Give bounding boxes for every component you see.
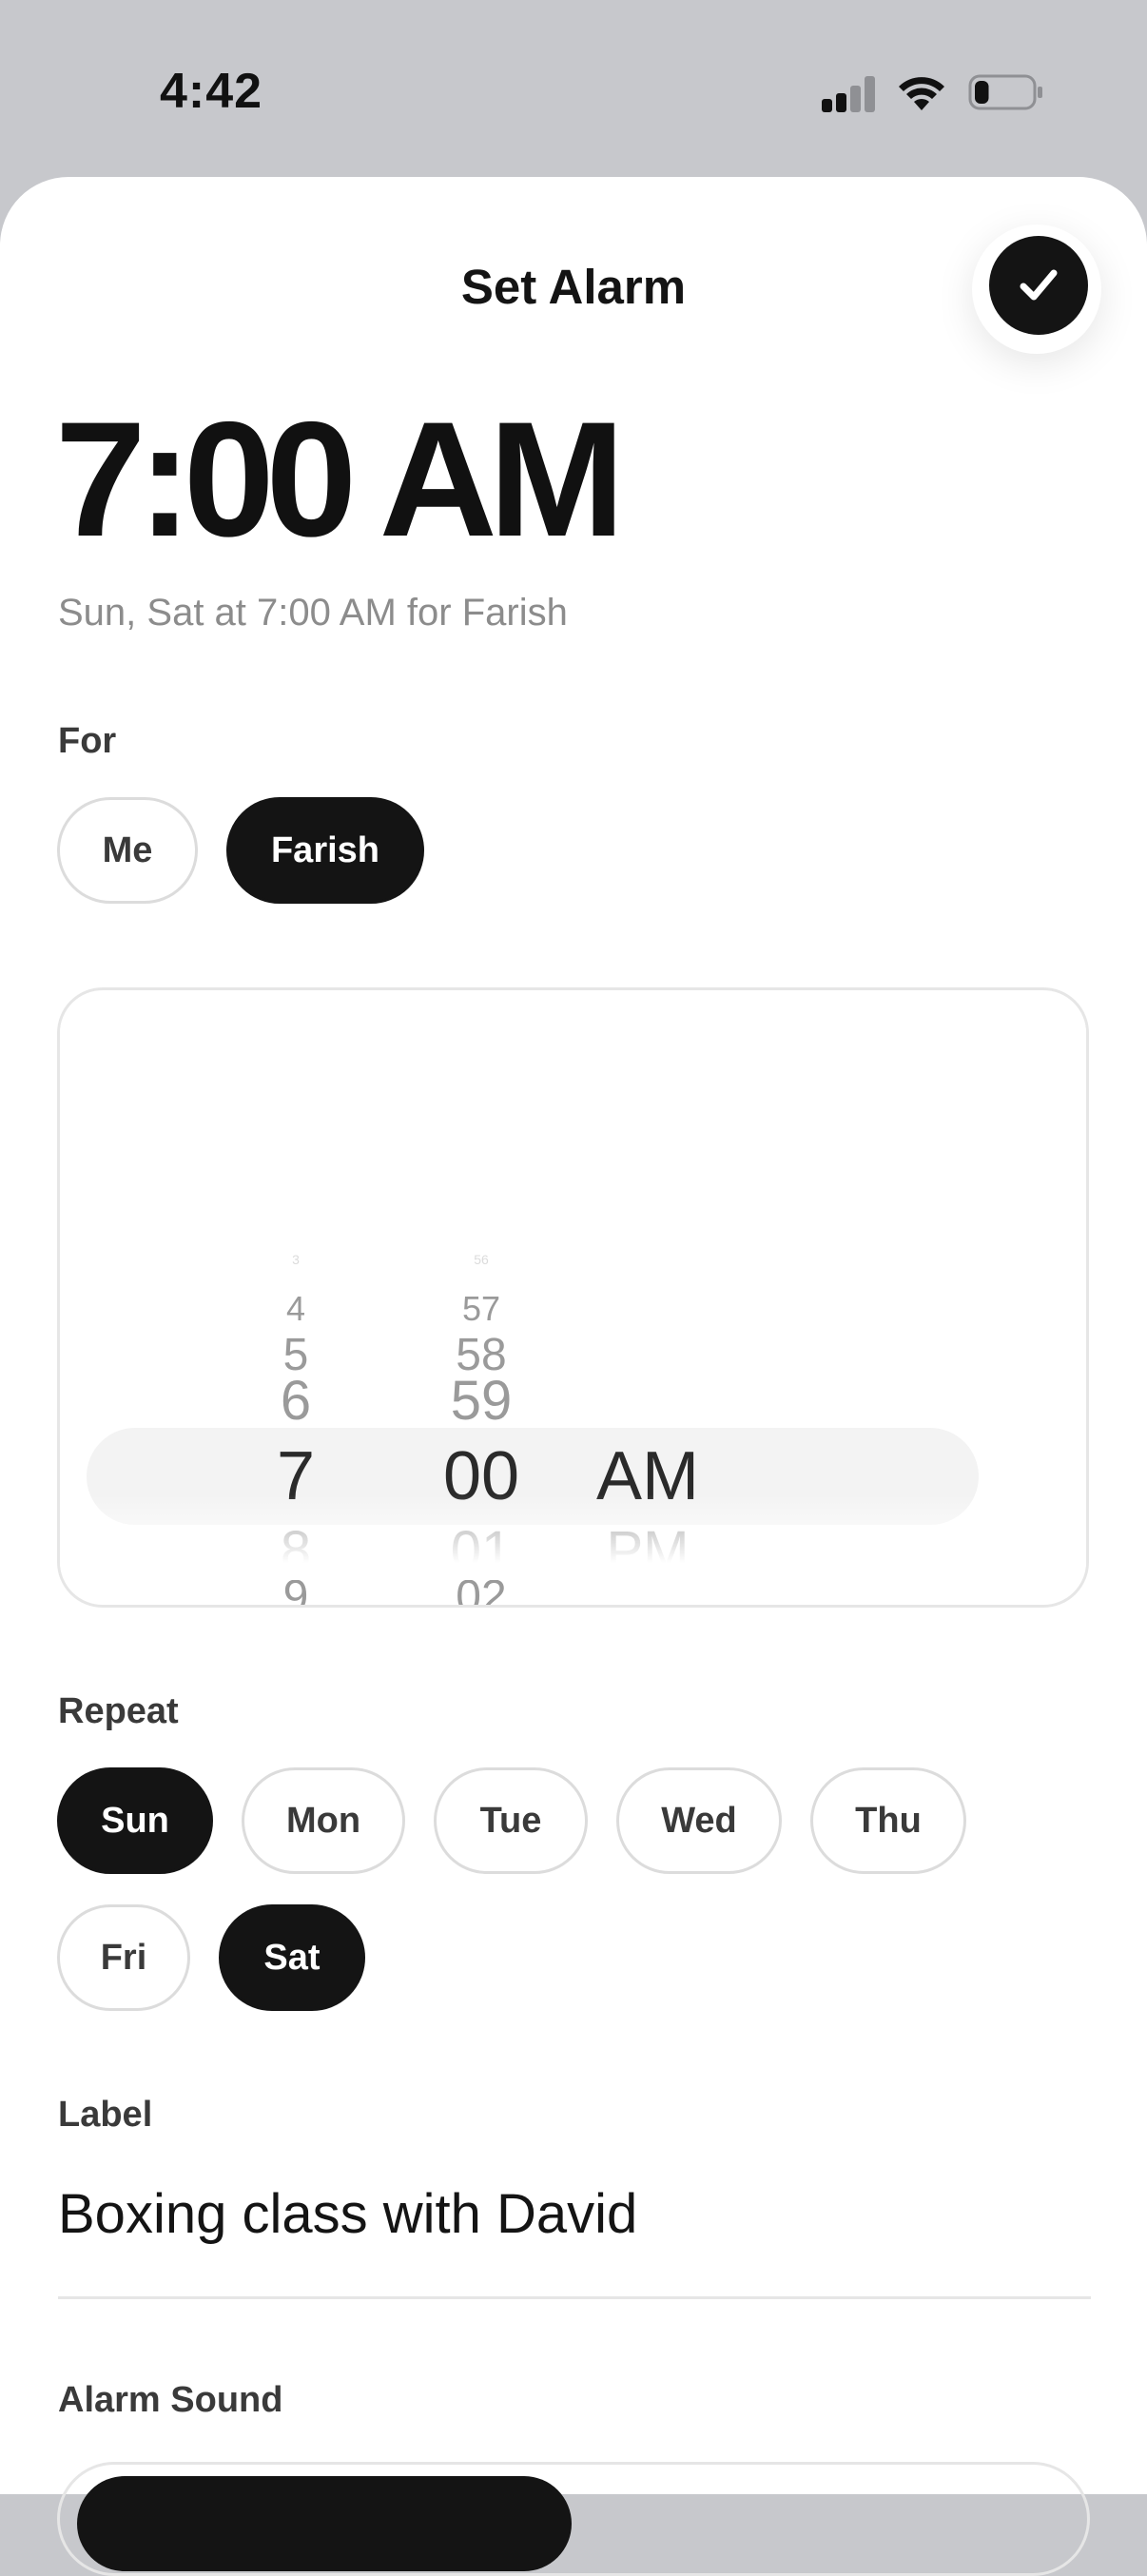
battery-icon <box>968 74 1042 110</box>
cellular-signal-icon <box>822 76 877 112</box>
label-section-label: Label <box>58 2095 153 2135</box>
alarm-sound-selected-option[interactable] <box>77 2476 572 2571</box>
hour-option[interactable]: 4 <box>191 1292 400 1326</box>
time-picker: 34567891011 565758590001020304 AMPM <box>57 987 1089 1608</box>
checkmark-icon <box>1020 269 1058 301</box>
day-toggle-sat[interactable]: Sat <box>219 1904 365 2011</box>
hour-option[interactable]: 6 <box>191 1374 400 1429</box>
status-time: 4:42 <box>160 64 263 119</box>
picker-fade-top <box>60 1019 1086 1104</box>
for-option-farish[interactable]: Farish <box>226 797 424 904</box>
alarm-sound-selector[interactable] <box>57 2462 1090 2576</box>
alarm-sheet: Set Alarm 7:00 AM Sun, Sat at 7:00 AM fo… <box>0 177 1147 2576</box>
label-divider <box>58 2296 1091 2299</box>
day-toggle-fri[interactable]: Fri <box>57 1904 190 2011</box>
repeat-section-label: Repeat <box>58 1691 179 1731</box>
day-toggle-mon[interactable]: Mon <box>242 1767 405 1874</box>
alarm-time-display: 7:00 AM <box>55 388 625 571</box>
minute-option[interactable]: 59 <box>377 1374 586 1429</box>
day-toggle-wed[interactable]: Wed <box>616 1767 782 1874</box>
day-toggle-thu[interactable]: Thu <box>810 1767 966 1874</box>
for-option-me[interactable]: Me <box>57 797 198 904</box>
hour-option[interactable]: 3 <box>191 1253 400 1266</box>
wifi-icon <box>899 77 944 110</box>
picker-fade-bottom <box>60 1494 1086 1580</box>
confirm-button[interactable] <box>989 236 1088 335</box>
day-toggle-sun[interactable]: Sun <box>57 1767 213 1874</box>
minute-option[interactable]: 57 <box>377 1292 586 1326</box>
day-toggle-tue[interactable]: Tue <box>434 1767 588 1874</box>
status-bar: 4:42 <box>0 0 1147 181</box>
alarm-sound-section-label: Alarm Sound <box>58 2380 283 2420</box>
for-section-label: For <box>58 721 117 761</box>
minute-option[interactable]: 56 <box>377 1253 586 1266</box>
alarm-summary: Sun, Sat at 7:00 AM for Farish <box>58 592 568 634</box>
alarm-label-input[interactable]: Boxing class with David <box>58 2182 637 2246</box>
